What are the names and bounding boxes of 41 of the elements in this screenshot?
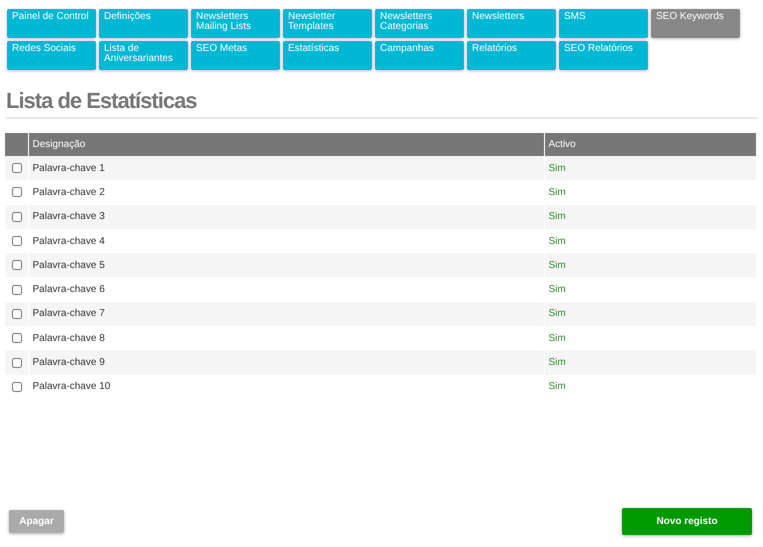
row-checkbox[interactable] (12, 308, 22, 319)
menu-tab[interactable]: SEO Relatórios (559, 41, 648, 70)
menu-tab[interactable]: Newsletters (467, 9, 556, 38)
row-checkbox[interactable] (12, 382, 22, 392)
menu-tab[interactable]: Newsletter Templates (283, 9, 372, 38)
row-checkbox[interactable] (12, 187, 22, 198)
menu-tab[interactable]: Relatórios (467, 41, 556, 70)
row-checkbox[interactable] (12, 212, 22, 222)
table-cell: Sim (544, 253, 756, 278)
menu-tab[interactable]: Redes Sociais (7, 41, 96, 70)
table-cell: Sim (544, 374, 756, 399)
row-checkbox[interactable] (12, 358, 22, 368)
menu-tab[interactable]: SMS (559, 9, 648, 38)
menu-tab[interactable]: Painel de Control (7, 9, 96, 38)
table-cell: Sim (544, 326, 756, 350)
table-cell: Sim (544, 350, 756, 375)
row-checkbox[interactable] (12, 260, 22, 270)
menu-tab[interactable]: Definições (99, 9, 188, 38)
menu-tab[interactable]: Lista de Aniversariantes (99, 41, 188, 70)
menu-tab[interactable]: Newsletters Categorias (375, 9, 464, 38)
column-header: Designação (28, 133, 544, 156)
table-cell: Sim (544, 228, 756, 254)
new-record-button[interactable]: Novo registo (622, 508, 752, 535)
menu-tab[interactable]: SEO Metas (191, 41, 280, 70)
table-cell: Sim (544, 302, 756, 326)
column-header: Activo (544, 133, 756, 156)
table-cell: Sim (544, 204, 756, 229)
row-checkbox[interactable] (12, 163, 22, 174)
row-checkbox[interactable] (12, 236, 22, 246)
table-cell-text: Sim (548, 186, 567, 200)
menu-tab[interactable]: Estatísticas (283, 41, 372, 70)
page-title: Lista de Estatísticas (6, 88, 757, 119)
table-cell: Palavra-chave 10 (28, 374, 544, 399)
delete-button[interactable]: Apagar (9, 510, 64, 533)
menu-tab[interactable]: Campanhas (375, 41, 464, 70)
row-checkbox[interactable] (12, 284, 22, 295)
menu-tab[interactable]: Newsletters Mailing Lists (191, 9, 280, 38)
table-cell: Sim (544, 156, 756, 180)
row-checkbox[interactable] (12, 333, 22, 344)
table-cell: Sim (544, 277, 756, 302)
menu-tab[interactable]: SEO Keywords (651, 9, 740, 38)
